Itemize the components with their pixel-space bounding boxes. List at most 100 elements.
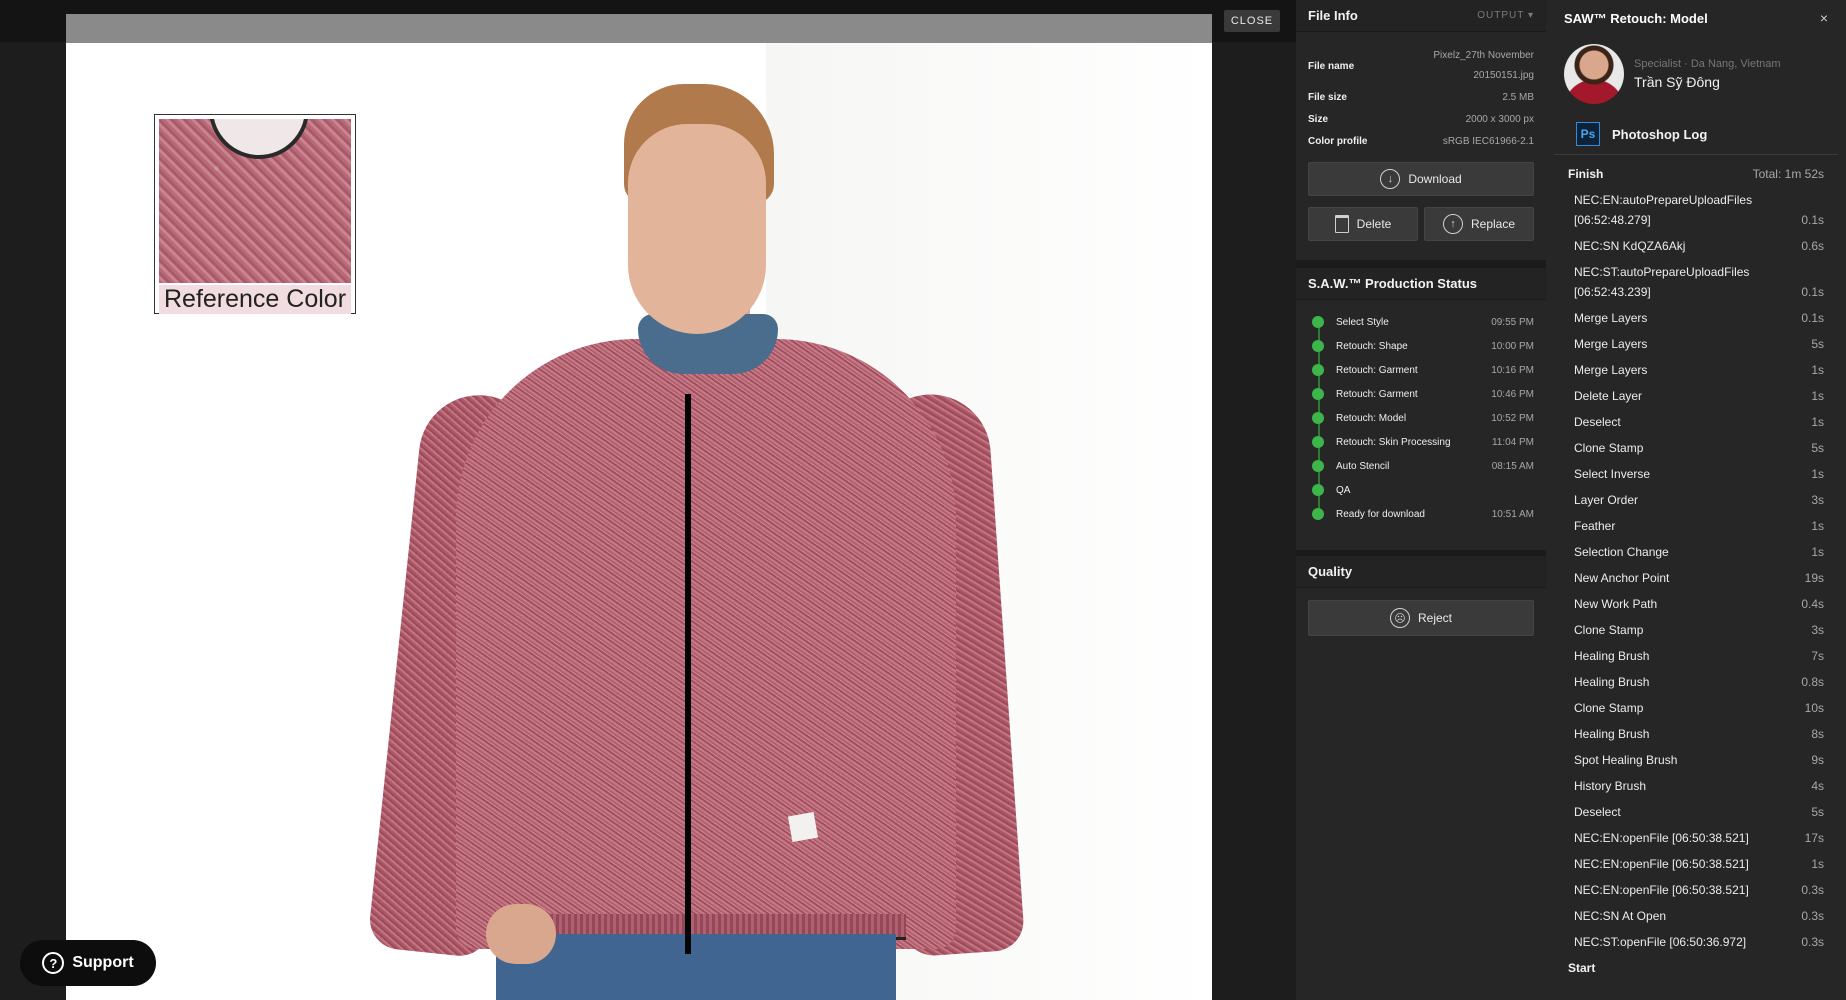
finish-row: Finish Total: 1m 52s: [1546, 155, 1846, 187]
photoshop-log-header: Ps Photoshop Log: [1554, 112, 1838, 155]
log-entry-name: NEC:ST:openFile [06:50:36.972]: [1574, 935, 1747, 949]
log-entry-duration: 0.3s: [1801, 935, 1824, 949]
reference-color-box: Reference Color: [154, 114, 356, 314]
status-step: Auto Stencil 08:15 AM: [1308, 454, 1534, 478]
size-value: 2000 x 3000 px: [1465, 113, 1534, 125]
production-status-title: S.A.W.™ Production Status: [1308, 276, 1478, 291]
color-profile-row: Color profile sRGB IEC61966-2.1: [1296, 130, 1546, 152]
log-entry-duration: 1s: [1811, 519, 1824, 533]
app-root: Reference Color CLOSE ? Support File Inf…: [0, 0, 1846, 1000]
log-entry: History Brush 4s: [1574, 773, 1824, 799]
status-step-label: QA: [1336, 484, 1351, 496]
status-step-time: 11:04 PM: [1491, 436, 1534, 448]
status-dot-icon: [1312, 508, 1324, 520]
log-entry: Merge Layers 0.1s: [1574, 305, 1824, 331]
log-entry-duration: 0.4s: [1801, 597, 1824, 611]
log-entry-name: NEC:EN:openFile [06:50:38.521]: [1574, 857, 1749, 871]
log-entry-duration: 0.1s: [1801, 213, 1824, 227]
log-entry-duration: 5s: [1811, 337, 1824, 351]
download-icon: ↓: [1380, 169, 1401, 189]
support-button[interactable]: ? Support: [20, 940, 156, 986]
log-entry-duration: 19s: [1804, 571, 1824, 585]
replace-button[interactable]: ↑ Replace: [1424, 207, 1534, 241]
log-entry-duration: 0.3s: [1801, 883, 1824, 897]
log-entry-duration: 5s: [1811, 441, 1824, 455]
status-dot-icon: [1312, 364, 1324, 376]
log-entry: Layer Order 3s: [1574, 487, 1824, 513]
log-entry-duration: 1s: [1811, 467, 1824, 481]
log-entry-name: Spot Healing Brush: [1574, 753, 1678, 767]
reference-color-label: Reference Color: [159, 285, 351, 314]
log-entry-duration: 1s: [1811, 545, 1824, 559]
download-label: Download: [1408, 172, 1462, 186]
reject-button[interactable]: ☹ Reject: [1308, 600, 1534, 636]
log-entry: Clone Stamp 5s: [1574, 435, 1824, 461]
log-entry-duration: 8s: [1811, 727, 1824, 741]
status-step-label: Retouch: Skin Processing: [1336, 436, 1451, 448]
log-entry: Deselect 5s: [1574, 799, 1824, 825]
file-name-label: File name: [1308, 60, 1355, 72]
log-entry-duration: 5s: [1811, 805, 1824, 819]
delete-button[interactable]: Delete: [1308, 207, 1418, 241]
log-entry-name: Merge Layers: [1574, 311, 1648, 325]
log-entry-name: Select Inverse: [1574, 467, 1651, 481]
log-entry-name: NEC:ST:autoPrepareUploadFiles [06:52:43.…: [1574, 265, 1750, 299]
log-entry: Feather 1s: [1574, 513, 1824, 539]
quality-title: Quality: [1308, 564, 1353, 579]
log-header: SAW™ Retouch: Model ×: [1546, 0, 1846, 36]
log-entry-name: Healing Brush: [1574, 649, 1650, 663]
log-title: SAW™ Retouch: Model: [1564, 10, 1708, 26]
log-entry: NEC:SN At Open 0.3s: [1574, 903, 1824, 929]
log-entry-name: Merge Layers: [1574, 337, 1648, 351]
log-entry: NEC:EN:autoPrepareUploadFiles [06:52:48.…: [1574, 187, 1824, 233]
canvas-top-bar: [66, 14, 1212, 43]
log-entry-duration: 3s: [1811, 623, 1824, 637]
status-step: Ready for download 10:51 AM: [1308, 502, 1534, 526]
file-size-label: File size: [1308, 91, 1347, 103]
status-step: Retouch: Garment 10:16 PM: [1308, 358, 1534, 382]
status-step: Retouch: Model 10:52 PM: [1308, 406, 1534, 430]
log-entry: Selection Change 1s: [1574, 539, 1824, 565]
download-button[interactable]: ↓ Download: [1308, 162, 1534, 196]
close-icon[interactable]: ×: [1820, 10, 1828, 26]
status-step-label: Select Style: [1336, 316, 1389, 328]
size-row: Size 2000 x 3000 px: [1296, 108, 1546, 130]
reference-neckline: [209, 119, 309, 159]
specialist-role: Specialist · Da Nang, Vietnam: [1634, 58, 1781, 70]
close-button[interactable]: CLOSE: [1224, 10, 1280, 32]
log-entry: NEC:ST:openFile [06:50:36.972] 0.3s: [1574, 929, 1824, 955]
image-canvas[interactable]: Reference Color: [66, 14, 1212, 1000]
before-after-split-line[interactable]: [685, 394, 691, 954]
file-name-row: File name Pixelz_27th November 20150151.…: [1296, 46, 1546, 86]
log-entry: Clone Stamp 3s: [1574, 617, 1824, 643]
trash-icon: [1334, 215, 1349, 233]
quality-header: Quality: [1296, 556, 1546, 588]
status-dot-icon: [1312, 484, 1324, 496]
support-label: Support: [72, 954, 134, 971]
sweater-body: [456, 339, 956, 949]
log-entry-name: History Brush: [1574, 779, 1647, 793]
status-step-label: Retouch: Shape: [1336, 340, 1408, 352]
status-step: QA: [1308, 478, 1534, 502]
log-entry-name: New Anchor Point: [1574, 571, 1670, 585]
file-size-value: 2.5 MB: [1502, 91, 1534, 103]
log-entry: Healing Brush 8s: [1574, 721, 1824, 747]
reject-label: Reject: [1417, 611, 1452, 625]
log-list: NEC:EN:autoPrepareUploadFiles [06:52:48.…: [1546, 187, 1846, 955]
status-dot-icon: [1312, 412, 1324, 424]
output-dropdown[interactable]: OUTPUT ▾: [1477, 10, 1534, 21]
status-step: Select Style 09:55 PM: [1308, 310, 1534, 334]
status-dot-icon: [1312, 388, 1324, 400]
log-entry-duration: 4s: [1811, 779, 1824, 793]
upload-icon: ↑: [1442, 214, 1463, 234]
log-entry-name: NEC:EN:openFile [06:50:38.521]: [1574, 831, 1749, 845]
file-name-value: Pixelz_27th November 20150151.jpg: [1433, 46, 1534, 86]
status-step-time: 08:15 AM: [1491, 460, 1534, 472]
reference-swatch: [159, 119, 351, 283]
status-step-label: Retouch: Garment: [1336, 364, 1418, 376]
start-label: Start: [1568, 961, 1596, 975]
log-entry: NEC:EN:openFile [06:50:38.521] 17s: [1574, 825, 1824, 851]
log-entry-name: Delete Layer: [1574, 389, 1643, 403]
log-entry: NEC:SN KdQZA6Akj 0.6s: [1574, 233, 1824, 259]
log-entry-duration: 7s: [1811, 649, 1824, 663]
